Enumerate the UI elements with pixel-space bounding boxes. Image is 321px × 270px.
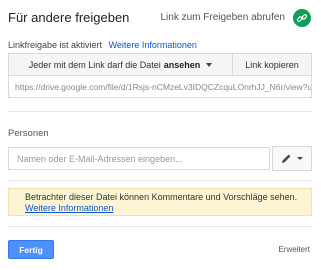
share-url-field[interactable]: https://drive.google.com/file/d/1Rsjs-nC… — [8, 76, 312, 98]
comments-notice: Betrachter dieser Datei können Kommentar… — [8, 188, 312, 216]
link-bar: Jeder mit dem Link darf die Datei ansehe… — [8, 53, 312, 76]
divider — [8, 111, 312, 112]
notice-more-info-link[interactable]: Weitere Informationen — [25, 203, 113, 213]
people-input[interactable]: Namen oder E-Mail-Adressen eingeben... — [8, 147, 270, 170]
link-sharing-status: Linkfreigabe ist aktiviert Weitere Infor… — [8, 40, 197, 50]
more-info-link[interactable]: Weitere Informationen — [109, 40, 197, 50]
permission-prefix: Jeder mit dem Link darf die Datei — [28, 59, 161, 70]
chevron-down-icon — [297, 157, 303, 160]
link-icon[interactable] — [293, 9, 311, 27]
dialog-title: Für andere freigeben — [8, 10, 130, 25]
link-sharing-status-text: Linkfreigabe ist aktiviert — [8, 40, 103, 50]
chevron-down-icon — [206, 62, 213, 67]
permission-edit-button[interactable] — [272, 146, 312, 171]
pencil-icon — [282, 154, 291, 163]
done-button[interactable]: Fertig — [8, 240, 54, 259]
permission-value: ansehen — [163, 59, 201, 70]
divider — [8, 180, 312, 181]
link-permission-dropdown[interactable]: Jeder mit dem Link darf die Datei ansehe… — [9, 54, 233, 75]
get-link-label[interactable]: Link zum Freigeben abrufen — [160, 12, 285, 23]
copy-link-button[interactable]: Link kopieren — [233, 54, 311, 75]
people-label: Personen — [8, 128, 49, 139]
divider — [8, 226, 312, 227]
advanced-link[interactable]: Erweitert — [278, 245, 310, 254]
notice-text: Betrachter dieser Datei können Kommentar… — [25, 192, 298, 202]
